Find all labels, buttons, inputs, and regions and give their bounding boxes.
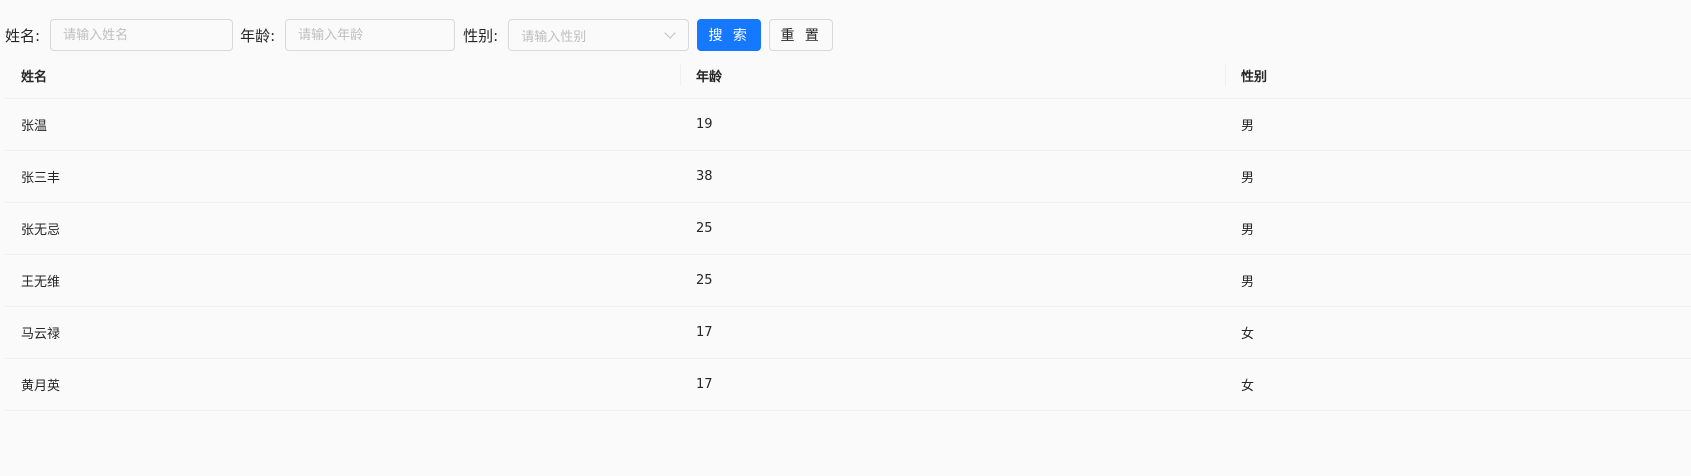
cell-gender: 男 — [1241, 171, 1255, 186]
gender-label: 性别: — [463, 26, 499, 45]
table-row: 王无维 25 男 — [5, 255, 1691, 307]
cell-age: 19 — [696, 117, 713, 132]
cell-name: 黄月英 — [21, 379, 61, 394]
cell-name: 张温 — [21, 119, 48, 134]
cell-name: 张三丰 — [21, 171, 61, 186]
cell-age: 25 — [696, 221, 713, 236]
column-header-age: 年龄 — [680, 64, 1225, 86]
cell-name: 王无维 — [21, 275, 61, 290]
chevron-down-icon — [664, 26, 676, 39]
cell-gender: 女 — [1241, 327, 1255, 342]
cell-name: 张无忌 — [21, 223, 61, 238]
cell-age: 17 — [696, 377, 713, 392]
table-row: 黄月英 17 女 — [5, 359, 1691, 411]
age-input[interactable] — [285, 19, 456, 51]
name-input[interactable] — [50, 19, 234, 51]
data-table: 姓名 年龄 性别 张温 19 男 张三丰 38 男 张无忌 25 男 王无维 2… — [5, 52, 1691, 411]
column-header-name: 姓名 — [21, 69, 48, 85]
reset-button[interactable]: 重 置 — [769, 19, 834, 51]
cell-name: 马云禄 — [21, 327, 61, 342]
cell-gender: 男 — [1241, 223, 1255, 238]
search-form: 姓名: 年龄: 性别: 请输入性别 搜 索 重 置 — [0, 18, 834, 52]
table-row: 张无忌 25 男 — [5, 203, 1691, 255]
gender-select[interactable]: 请输入性别 — [508, 19, 690, 51]
cell-gender: 男 — [1241, 119, 1255, 134]
cell-age: 38 — [696, 169, 713, 184]
cell-gender: 男 — [1241, 275, 1255, 290]
column-header-gender: 性别 — [1225, 64, 1691, 86]
cell-age: 25 — [696, 273, 713, 288]
table-row: 张温 19 男 — [5, 99, 1691, 151]
cell-age: 17 — [696, 325, 713, 340]
name-label: 姓名: — [5, 26, 41, 45]
table-header-row: 姓名 年龄 性别 — [5, 52, 1691, 99]
age-label: 年龄: — [240, 26, 276, 45]
cell-gender: 女 — [1241, 379, 1255, 394]
gender-select-placeholder: 请输入性别 — [521, 29, 587, 45]
table-row: 张三丰 38 男 — [5, 151, 1691, 203]
table-row: 马云禄 17 女 — [5, 307, 1691, 359]
search-button[interactable]: 搜 索 — [697, 19, 762, 51]
